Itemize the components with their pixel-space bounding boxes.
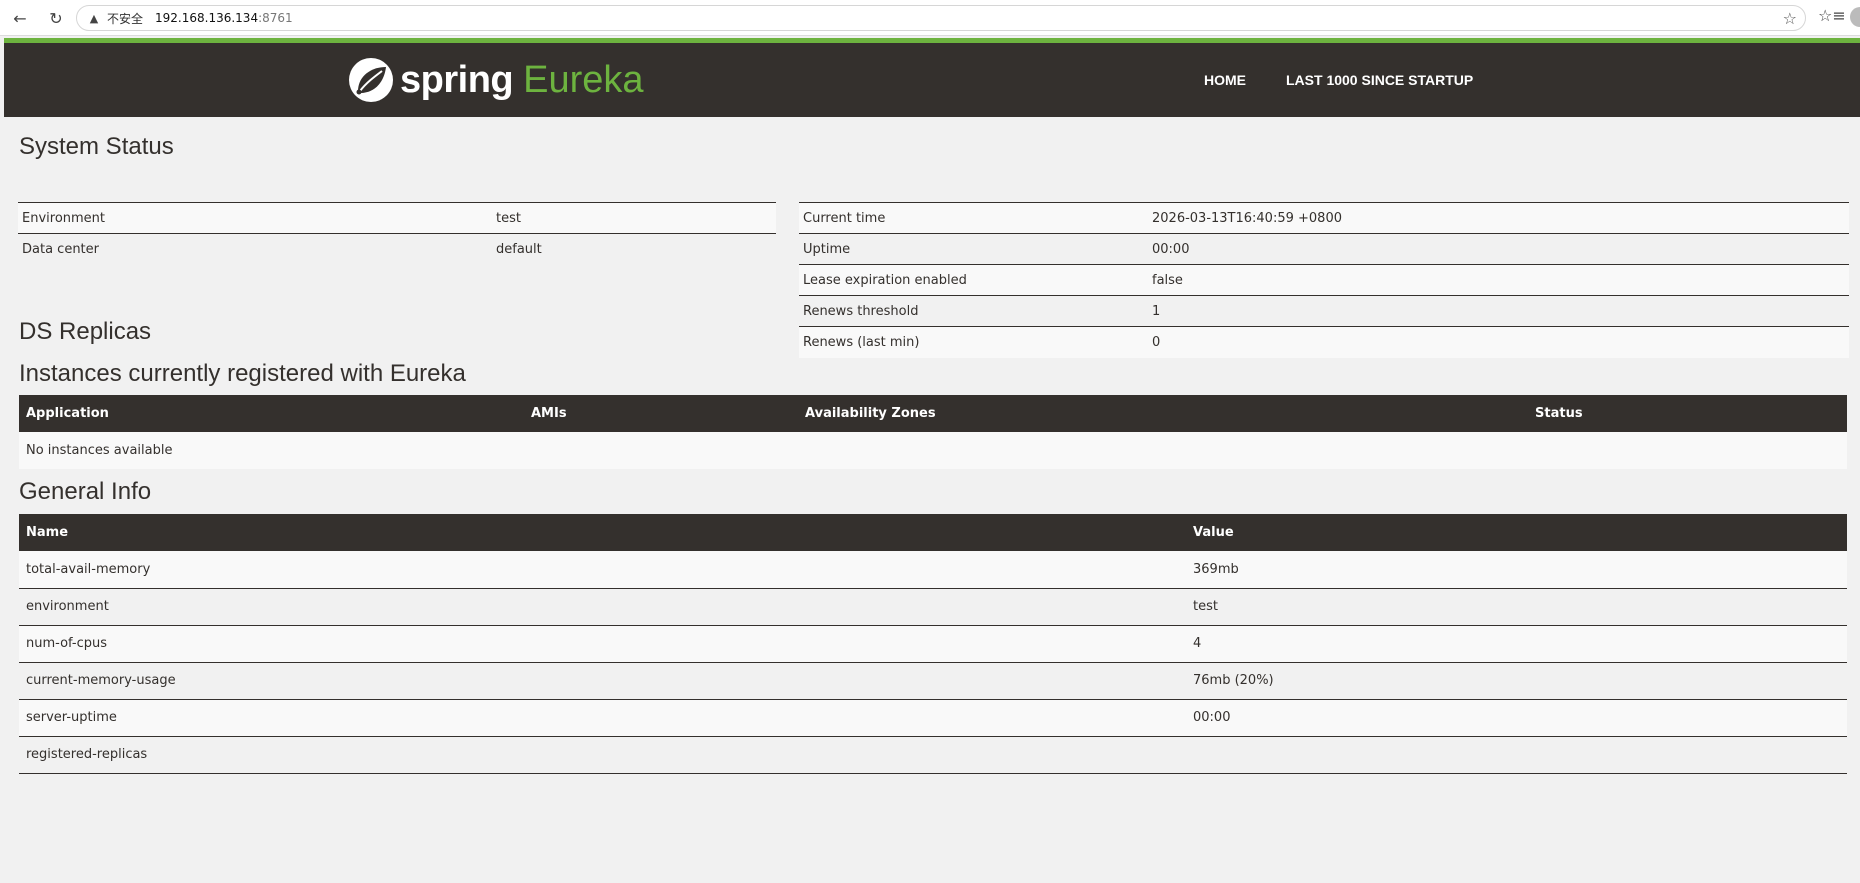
info-name: num-of-cpus	[19, 625, 1186, 663]
address-bar[interactable]: ▲ 不安全 192.168.136.134:8761 ☆	[76, 5, 1806, 31]
status-value: 1	[1148, 295, 1849, 327]
status-label: Renews threshold	[799, 295, 1148, 327]
table-row: Environment test	[18, 202, 776, 234]
status-label: Current time	[799, 202, 1148, 234]
info-value	[1186, 736, 1847, 774]
warning-triangle-icon[interactable]: ▲	[87, 11, 101, 25]
url-host: 192.168.136.134	[155, 11, 259, 25]
general-info-table: Name Value total-avail-memory 369mb envi…	[19, 514, 1847, 774]
column-header-value: Value	[1186, 514, 1847, 551]
system-status-left-table: Environment test Data center default	[18, 202, 776, 265]
nav-home-link[interactable]: HOME	[1204, 72, 1246, 88]
back-arrow-icon[interactable]: ←	[8, 6, 32, 30]
status-label: Uptime	[799, 233, 1148, 265]
column-header-application: Application	[19, 395, 524, 432]
table-row: Renews threshold 1	[799, 295, 1849, 327]
table-row: Data center default	[18, 233, 776, 265]
info-value: 4	[1186, 625, 1847, 663]
profile-avatar[interactable]	[1850, 7, 1860, 27]
favorites-icon[interactable]: ☆≡	[1818, 6, 1846, 25]
browser-toolbar: ← ↻ ▲ 不安全 192.168.136.134:8761 ☆ ☆≡	[0, 0, 1860, 36]
table-header-row: Application AMIs Availability Zones Stat…	[19, 395, 1847, 432]
table-header-row: Name Value	[19, 514, 1847, 551]
status-value: default	[492, 233, 776, 265]
brand-eureka: Eureka	[523, 58, 644, 101]
info-name: current-memory-usage	[19, 662, 1186, 700]
status-value: test	[492, 202, 776, 234]
info-name: server-uptime	[19, 699, 1186, 737]
status-label: Lease expiration enabled	[799, 264, 1148, 296]
status-value: 0	[1148, 326, 1849, 358]
status-value: false	[1148, 264, 1849, 296]
system-status-right-table: Current time 2026-03-13T16:40:59 +0800 U…	[799, 202, 1849, 358]
column-header-name: Name	[19, 514, 1186, 551]
status-value: 00:00	[1148, 233, 1849, 265]
table-row: Lease expiration enabled false	[799, 264, 1849, 296]
navbar: spring Eureka HOME LAST 1000 SINCE START…	[4, 43, 1860, 117]
ds-replicas-title: DS Replicas	[19, 318, 152, 345]
info-value: test	[1186, 588, 1847, 626]
table-row: num-of-cpus 4	[19, 625, 1847, 663]
status-label: Data center	[18, 233, 492, 265]
status-label: Environment	[18, 202, 492, 234]
eureka-page: spring Eureka HOME LAST 1000 SINCE START…	[4, 38, 1860, 883]
table-row: server-uptime 00:00	[19, 699, 1847, 737]
status-label: Renews (last min)	[799, 326, 1148, 358]
no-instances-message: No instances available	[19, 432, 1847, 469]
url-port: :8761	[258, 11, 293, 25]
info-name: environment	[19, 588, 1186, 626]
column-header-amis: AMIs	[524, 395, 798, 432]
nav-links: HOME LAST 1000 SINCE STARTUP	[1204, 43, 1513, 117]
table-row: environment test	[19, 588, 1847, 626]
table-row: No instances available	[19, 432, 1847, 469]
spring-leaf-icon	[349, 58, 393, 102]
table-row: registered-replicas	[19, 736, 1847, 774]
brand-spring: spring	[400, 58, 514, 101]
reload-icon[interactable]: ↻	[44, 6, 68, 30]
table-row: current-memory-usage 76mb (20%)	[19, 662, 1847, 700]
info-value: 369mb	[1186, 551, 1847, 589]
general-info-title: General Info	[19, 478, 152, 505]
column-header-availability-zones: Availability Zones	[798, 395, 1528, 432]
info-name: total-avail-memory	[19, 551, 1186, 589]
instances-table: Application AMIs Availability Zones Stat…	[19, 395, 1847, 469]
column-header-status: Status	[1528, 395, 1847, 432]
table-row: Renews (last min) 0	[799, 326, 1849, 358]
nav-last-1000-link[interactable]: LAST 1000 SINCE STARTUP	[1286, 72, 1473, 88]
table-row: total-avail-memory 369mb	[19, 551, 1847, 589]
bookmark-star-icon[interactable]: ☆	[1783, 9, 1797, 28]
instances-title: Instances currently registered with Eure…	[19, 360, 466, 387]
info-name: registered-replicas	[19, 736, 1186, 774]
system-status-title: System Status	[19, 133, 174, 160]
table-row: Uptime 00:00	[799, 233, 1849, 265]
spring-eureka-logo[interactable]: spring Eureka	[348, 57, 644, 103]
info-value: 76mb (20%)	[1186, 662, 1847, 700]
info-value: 00:00	[1186, 699, 1847, 737]
status-value: 2026-03-13T16:40:59 +0800	[1148, 202, 1849, 234]
table-row: Current time 2026-03-13T16:40:59 +0800	[799, 202, 1849, 234]
insecure-label[interactable]: 不安全	[107, 10, 143, 27]
